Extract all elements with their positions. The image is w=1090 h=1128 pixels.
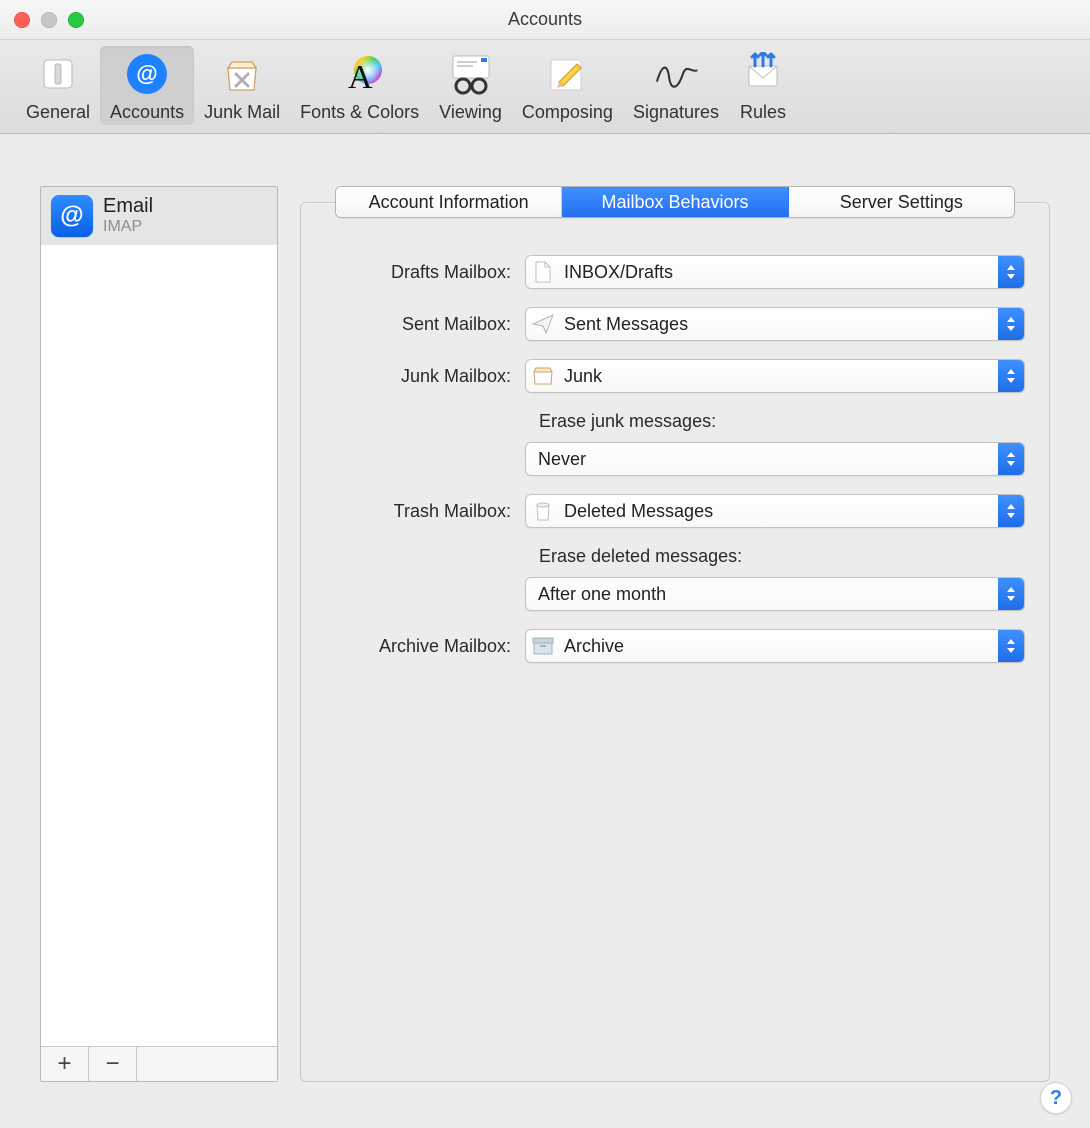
label-sent: Sent Mailbox: bbox=[325, 314, 525, 335]
toolbar-item-junk[interactable]: Junk Mail bbox=[194, 46, 290, 125]
toolbar-label: Fonts & Colors bbox=[300, 102, 419, 123]
popup-value: INBOX/Drafts bbox=[560, 262, 998, 283]
help-button[interactable]: ? bbox=[1040, 1082, 1072, 1114]
signatures-icon bbox=[652, 50, 700, 98]
row-trash: Trash Mailbox: Deleted Messages bbox=[325, 494, 1025, 528]
account-text: Email IMAP bbox=[103, 195, 153, 236]
chevrons-icon bbox=[998, 630, 1024, 662]
footer-spacer bbox=[137, 1047, 277, 1081]
viewing-icon bbox=[447, 50, 495, 98]
chevrons-icon bbox=[998, 308, 1024, 340]
popup-value: Archive bbox=[560, 636, 998, 657]
row-drafts: Drafts Mailbox: INBOX/Drafts bbox=[325, 255, 1025, 289]
row-erase-junk: Never bbox=[325, 442, 1025, 476]
label-erase-junk: Erase junk messages: bbox=[539, 411, 1025, 432]
tab-server-settings[interactable]: Server Settings bbox=[789, 187, 1014, 217]
zoom-window-button[interactable] bbox=[68, 12, 84, 28]
add-account-button[interactable]: + bbox=[41, 1047, 89, 1081]
window-controls bbox=[14, 12, 84, 28]
account-name: Email bbox=[103, 195, 153, 218]
row-archive: Archive Mailbox: Archive bbox=[325, 629, 1025, 663]
junk-mail-icon bbox=[218, 50, 266, 98]
erase-junk-popup[interactable]: Never bbox=[525, 442, 1025, 476]
toolbar-item-rules[interactable]: Rules bbox=[729, 46, 797, 125]
at-sign-icon: @ bbox=[51, 195, 93, 237]
titlebar: Accounts bbox=[0, 0, 1090, 40]
pane-frame: Drafts Mailbox: INBOX/Drafts bbox=[300, 202, 1050, 1082]
chevrons-icon bbox=[998, 443, 1024, 475]
preferences-toolbar: General @ Accounts Junk Mail bbox=[0, 40, 1090, 134]
label-archive: Archive Mailbox: bbox=[325, 636, 525, 657]
erase-deleted-popup[interactable]: After one month bbox=[525, 577, 1025, 611]
row-junk: Junk Mailbox: Junk bbox=[325, 359, 1025, 393]
general-icon bbox=[34, 50, 82, 98]
rules-icon bbox=[739, 50, 787, 98]
label-erase-deleted: Erase deleted messages: bbox=[539, 546, 1025, 567]
trash-icon bbox=[526, 500, 560, 522]
account-tabs: Account Information Mailbox Behaviors Se… bbox=[335, 186, 1015, 218]
accounts-icon: @ bbox=[123, 50, 171, 98]
popup-value: After one month bbox=[526, 584, 998, 605]
close-window-button[interactable] bbox=[14, 12, 30, 28]
toolbar-item-composing[interactable]: Composing bbox=[512, 46, 623, 125]
toolbar-label: Composing bbox=[522, 102, 613, 123]
chevrons-icon bbox=[998, 256, 1024, 288]
toolbar-label: General bbox=[26, 102, 90, 123]
tab-account-information[interactable]: Account Information bbox=[336, 187, 562, 217]
sent-mailbox-popup[interactable]: Sent Messages bbox=[525, 307, 1025, 341]
popup-value: Never bbox=[526, 449, 998, 470]
paper-plane-icon bbox=[526, 314, 560, 334]
minimize-window-button[interactable] bbox=[41, 12, 57, 28]
toolbar-item-general[interactable]: General bbox=[16, 46, 100, 125]
junk-mailbox-popup[interactable]: Junk bbox=[525, 359, 1025, 393]
archive-box-icon bbox=[526, 636, 560, 656]
fonts-colors-icon: A bbox=[336, 50, 384, 98]
toolbar-label: Junk Mail bbox=[204, 102, 280, 123]
svg-text:A: A bbox=[348, 59, 373, 96]
toolbar-item-signatures[interactable]: Signatures bbox=[623, 46, 729, 125]
chevrons-icon bbox=[998, 360, 1024, 392]
account-type: IMAP bbox=[103, 218, 153, 236]
accounts-scroll[interactable]: @ Email IMAP bbox=[41, 187, 277, 1046]
toolbar-item-accounts[interactable]: @ Accounts bbox=[100, 46, 194, 125]
archive-mailbox-popup[interactable]: Archive bbox=[525, 629, 1025, 663]
window-title: Accounts bbox=[0, 9, 1090, 30]
drafts-mailbox-popup[interactable]: INBOX/Drafts bbox=[525, 255, 1025, 289]
label-trash: Trash Mailbox: bbox=[325, 501, 525, 522]
toolbar-label: Signatures bbox=[633, 102, 719, 123]
chevrons-icon bbox=[998, 578, 1024, 610]
toolbar-item-fonts-colors[interactable]: A Fonts & Colors bbox=[290, 46, 429, 125]
toolbar-item-viewing[interactable]: Viewing bbox=[429, 46, 512, 125]
settings-pane: Account Information Mailbox Behaviors Se… bbox=[300, 186, 1050, 1082]
tab-mailbox-behaviors[interactable]: Mailbox Behaviors bbox=[562, 187, 788, 217]
popup-value: Deleted Messages bbox=[560, 501, 998, 522]
accounts-list: @ Email IMAP + − bbox=[40, 186, 278, 1082]
toolbar-label: Rules bbox=[740, 102, 786, 123]
toolbar-label: Accounts bbox=[110, 102, 184, 123]
junk-box-icon bbox=[526, 366, 560, 386]
row-erase-deleted: After one month bbox=[325, 577, 1025, 611]
popup-value: Junk bbox=[560, 366, 998, 387]
row-sent: Sent Mailbox: Sent Messages bbox=[325, 307, 1025, 341]
account-row[interactable]: @ Email IMAP bbox=[41, 187, 277, 245]
chevrons-icon bbox=[998, 495, 1024, 527]
trash-mailbox-popup[interactable]: Deleted Messages bbox=[525, 494, 1025, 528]
popup-value: Sent Messages bbox=[560, 314, 998, 335]
svg-text:@: @ bbox=[136, 61, 157, 86]
label-drafts: Drafts Mailbox: bbox=[325, 262, 525, 283]
label-junk: Junk Mailbox: bbox=[325, 366, 525, 387]
toolbar-label: Viewing bbox=[439, 102, 502, 123]
accounts-footer: + − bbox=[41, 1046, 277, 1081]
composing-icon bbox=[543, 50, 591, 98]
mailbox-behaviors-form: Drafts Mailbox: INBOX/Drafts bbox=[325, 255, 1025, 1057]
document-icon bbox=[526, 261, 560, 283]
content-area: @ Email IMAP + − Account Information Mai… bbox=[0, 156, 1090, 1128]
remove-account-button[interactable]: − bbox=[89, 1047, 137, 1081]
